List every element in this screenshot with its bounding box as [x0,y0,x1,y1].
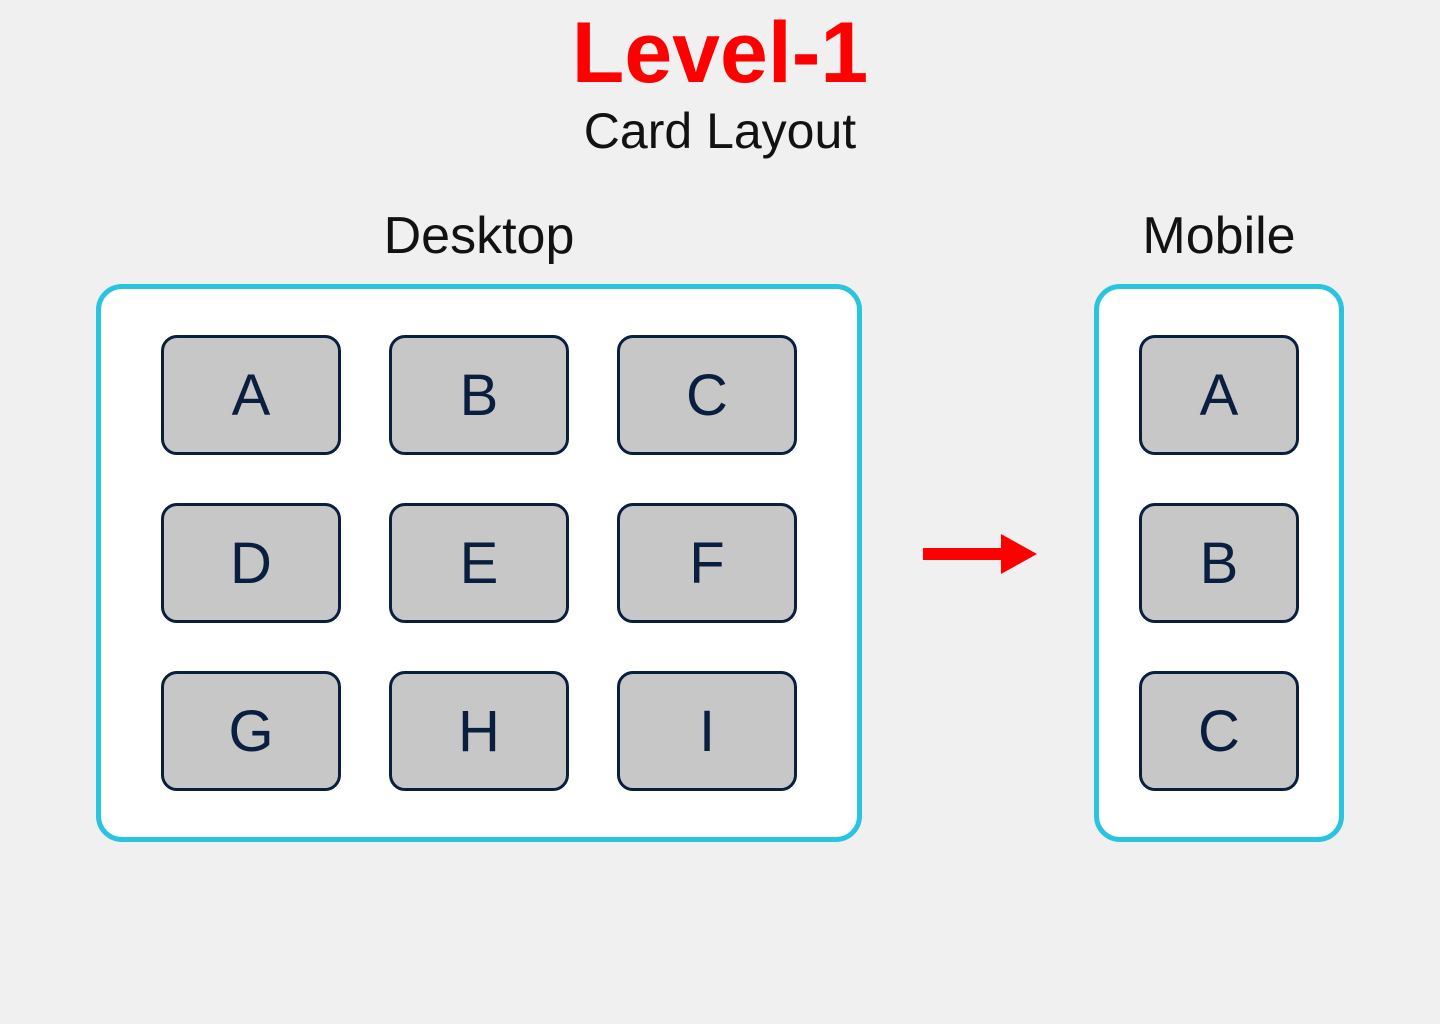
card-d: D [161,503,341,623]
layout-row: Desktop A B C D E F G H I [0,206,1440,842]
card-a: A [161,335,341,455]
subtitle: Card Layout [0,102,1440,160]
arrow-right-icon [918,530,1038,578]
card-g: G [161,671,341,791]
card-h: H [389,671,569,791]
desktop-grid: A B C D E F G H I [161,335,797,791]
mobile-card-a: A [1139,335,1299,455]
level-title: Level-1 [0,8,1440,98]
desktop-frame: A B C D E F G H I [96,284,862,842]
card-i: I [617,671,797,791]
card-b: B [389,335,569,455]
desktop-column: Desktop A B C D E F G H I [96,206,862,842]
mobile-label: Mobile [1142,206,1295,266]
card-c: C [617,335,797,455]
mobile-card-b: B [1139,503,1299,623]
mobile-frame: A B C [1094,284,1344,842]
mobile-grid: A B C [1139,335,1299,791]
card-e: E [389,503,569,623]
heading-block: Level-1 Card Layout [0,8,1440,160]
diagram-page: Level-1 Card Layout Desktop A B C D E F … [0,0,1440,1024]
card-f: F [617,503,797,623]
mobile-column: Mobile A B C [1094,206,1344,842]
mobile-card-c: C [1139,671,1299,791]
desktop-label: Desktop [384,206,575,266]
